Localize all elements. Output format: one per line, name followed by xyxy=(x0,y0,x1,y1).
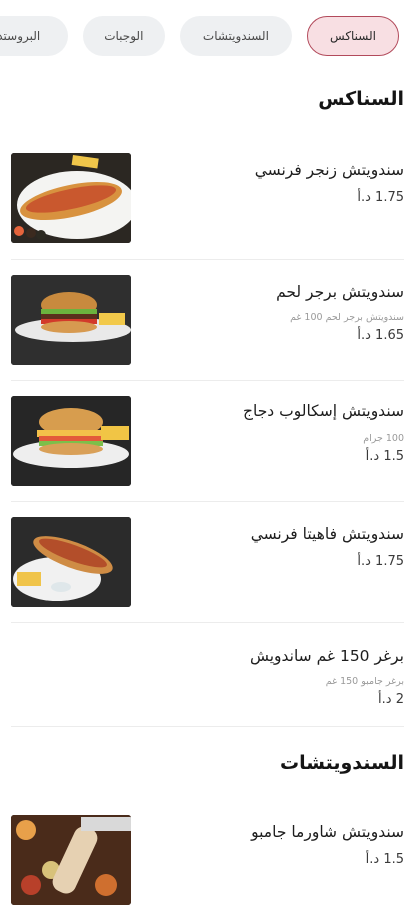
category-tabs: السناكس السندويتشات الوجبات البروستد xyxy=(0,16,415,58)
item-name: سندويتش إسكالوب دجاج xyxy=(242,402,404,420)
item-image xyxy=(11,153,131,243)
section-title-sandwiches: السندويتشات xyxy=(280,752,404,774)
tab-label: البروستد xyxy=(0,29,41,43)
item-name: سندويتش شاورما جامبو xyxy=(251,823,404,841)
item-description: برغر جامبو 150 غم xyxy=(325,676,404,687)
menu-item[interactable]: سندويتش زنجر فرنسي 1.75 د.أ xyxy=(11,140,404,260)
item-price: 1.75 د.أ xyxy=(357,554,404,569)
tab-sandwiches[interactable]: السندويتشات xyxy=(179,16,292,56)
item-name: برغر 150 غم ساندويش xyxy=(249,647,404,665)
tab-label: السناكس xyxy=(330,29,376,43)
item-image xyxy=(11,275,131,365)
item-price: 1.5 د.أ xyxy=(365,449,404,464)
item-description: 100 جرام xyxy=(363,433,404,444)
tab-label: الوجبات xyxy=(104,29,144,43)
item-name: سندويتش فاهيتا فرنسي xyxy=(250,525,404,543)
menu-item[interactable]: سندويتش برجر لحم سندويتش برجر لحم 100 غم… xyxy=(11,260,404,381)
menu-item[interactable]: سندويتش شاورما جامبو 1.5 د.أ xyxy=(11,800,404,905)
item-price: 1.65 د.أ xyxy=(357,328,404,343)
item-name: سندويتش زنجر فرنسي xyxy=(254,161,404,179)
item-divider xyxy=(11,726,404,727)
tab-snacks[interactable]: السناكس xyxy=(307,16,399,56)
item-description: سندويتش برجر لحم 100 غم xyxy=(290,312,404,323)
item-price: 1.5 د.أ xyxy=(365,852,404,867)
menu-item[interactable]: سندويتش إسكالوب دجاج 100 جرام 1.5 د.أ xyxy=(11,381,404,502)
menu-item[interactable]: برغر 150 غم ساندويش برغر جامبو 150 غم 2 … xyxy=(11,623,404,727)
item-price: 1.75 د.أ xyxy=(357,190,404,205)
item-price: 2 د.أ xyxy=(378,692,404,707)
item-image xyxy=(11,815,131,905)
tab-broasted[interactable]: البروستد xyxy=(0,16,68,56)
section-title-snacks: السناكس xyxy=(318,88,404,110)
tab-meals[interactable]: الوجبات xyxy=(82,16,165,56)
item-name: سندويتش برجر لحم xyxy=(276,283,404,301)
menu-item[interactable]: سندويتش فاهيتا فرنسي 1.75 د.أ xyxy=(11,502,404,623)
item-image xyxy=(11,517,131,607)
tab-label: السندويتشات xyxy=(202,29,269,43)
item-image xyxy=(11,396,131,486)
